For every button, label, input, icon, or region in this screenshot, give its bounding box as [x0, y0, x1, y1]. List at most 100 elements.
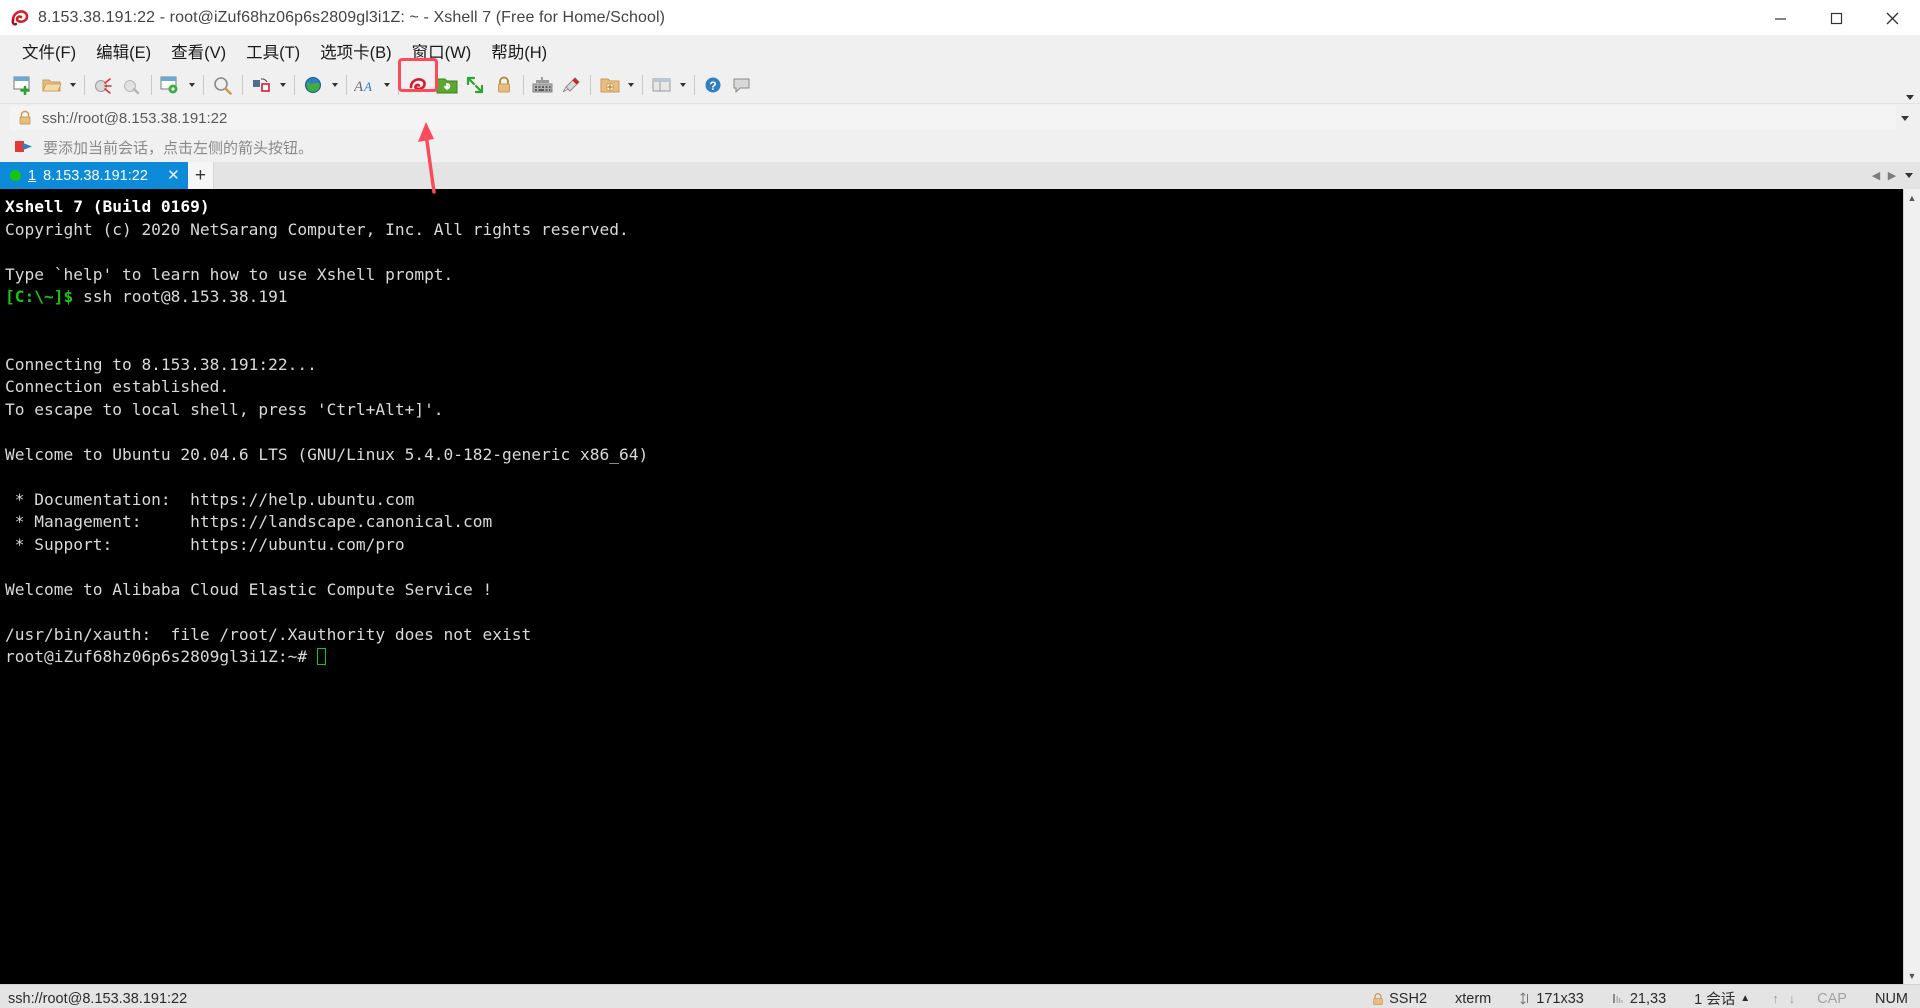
notification-bar: 要添加当前会话，点击左侧的箭头按钮。 [0, 132, 1920, 162]
menu-edit[interactable]: 编辑(E) [88, 36, 159, 66]
xftp-green-icon[interactable] [432, 71, 462, 99]
add-folder-icon[interactable] [596, 71, 624, 99]
terminal-line: Connection established. [5, 376, 1903, 399]
upload-arrow-icon: ↑ [1772, 991, 1779, 1006]
terminal-text-bold: Xshell 7 (Build 0169) [5, 197, 210, 216]
globe-caret-icon[interactable] [328, 71, 341, 99]
fullscreen-icon[interactable] [462, 71, 490, 99]
font-size-caret-icon[interactable] [380, 71, 393, 99]
arrow-flag-icon [14, 139, 34, 155]
open-folder-caret-icon[interactable] [66, 71, 79, 99]
status-bar: ssh://root@8.153.38.191:22 SSH2 xterm 17… [0, 984, 1920, 1008]
window-controls [1752, 0, 1920, 36]
window-title: 8.153.38.191:22 - root@iZuf68hz06p6s2809… [38, 8, 666, 26]
terminal-output[interactable]: Xshell 7 (Build 0169) Copyright (c) 2020 … [0, 189, 1903, 984]
terminal-line: root@iZuf68hz06p6s2809gl3i1Z:~# [5, 646, 1903, 669]
tab-session-1[interactable]: 1 8.153.38.191:22 ✕ [0, 162, 188, 189]
toolbar-separator [84, 74, 85, 95]
help-icon[interactable]: ? [700, 71, 728, 99]
status-sessions-caret-icon[interactable]: ▲ [1740, 993, 1750, 1004]
chat-icon[interactable] [728, 71, 756, 99]
layout-icon[interactable] [648, 71, 676, 99]
tab-status-dot-icon [10, 170, 21, 181]
session-properties-icon[interactable] [157, 71, 185, 99]
terminal-line: /usr/bin/xauth: file /root/.Xauthority d… [5, 624, 1903, 647]
close-button[interactable] [1864, 0, 1920, 36]
disconnect-icon[interactable] [90, 71, 118, 99]
terminal-text: * Support: https://ubuntu.com/pro [5, 534, 405, 554]
tab-bar-controls: ◀ ▶ [1868, 162, 1920, 189]
xshell-red-icon[interactable] [404, 71, 432, 99]
toolbar-separator [346, 74, 347, 95]
toolbar-separator [398, 74, 399, 95]
menu-file[interactable]: 文件(F) [14, 36, 84, 66]
tab-number: 1 [28, 167, 37, 184]
terminal-text: Welcome to Ubuntu 20.04.6 LTS (GNU/Linux… [5, 444, 649, 464]
tab-close-icon[interactable]: ✕ [165, 167, 182, 184]
transfer-file-caret-icon[interactable] [276, 71, 289, 99]
terminal-line: Type `help' to learn how to use Xshell p… [5, 264, 1903, 287]
terminal-text: To escape to local shell, press 'Ctrl+Al… [5, 399, 444, 419]
terminal-scrollbar[interactable]: ▲ ▼ [1903, 189, 1920, 984]
terminal-line: * Management: https://landscape.canonica… [5, 511, 1903, 534]
toolbar-separator [694, 74, 695, 95]
status-sessions-label: 1 会话 [1694, 992, 1736, 1008]
tab-scroll-right-icon[interactable]: ▶ [1884, 162, 1900, 189]
address-bar: ssh://root@8.153.38.191:22 [0, 104, 1920, 132]
terminal-line: Welcome to Alibaba Cloud Elastic Compute… [5, 579, 1903, 602]
reconnect-icon[interactable] [118, 71, 146, 99]
address-input[interactable]: ssh://root@8.153.38.191:22 [10, 106, 1896, 130]
toolbar-overflow-icon[interactable] [1906, 66, 1914, 104]
tab-bar: 1 8.153.38.191:22 ✕ + ◀ ▶ [0, 162, 1920, 189]
toolbar-separator [590, 74, 591, 95]
globe-icon[interactable] [300, 71, 328, 99]
terminal-text: root@iZuf68hz06p6s2809gl3i1Z:~# [5, 647, 317, 666]
find-icon[interactable] [209, 71, 237, 99]
address-dropdown-icon[interactable] [1896, 116, 1914, 121]
scroll-up-icon[interactable]: ▲ [1903, 189, 1920, 206]
tab-scroll-left-icon[interactable]: ◀ [1868, 162, 1884, 189]
keyboard-icon[interactable] [529, 71, 557, 99]
title-bar: 8.153.38.191:22 - root@iZuf68hz06p6s2809… [0, 0, 1920, 36]
terminal-area: Xshell 7 (Build 0169) Copyright (c) 2020 … [0, 189, 1920, 984]
add-folder-caret-icon[interactable] [624, 71, 637, 99]
highlight-pen-icon[interactable] [557, 71, 585, 99]
scroll-down-icon[interactable]: ▼ [1903, 967, 1920, 984]
toolbar-separator [523, 74, 524, 95]
minimize-button[interactable] [1752, 0, 1808, 36]
terminal-text: Connection established. [5, 377, 230, 396]
layout-caret-icon[interactable] [676, 71, 689, 99]
download-arrow-icon: ↓ [1788, 991, 1796, 1006]
status-sessions[interactable]: 1 会话 ▲ [1680, 988, 1764, 1008]
menu-view[interactable]: 查看(V) [163, 36, 234, 66]
status-size: 171x33 [1505, 991, 1598, 1007]
new-session-icon[interactable] [10, 71, 38, 99]
status-term-type: xterm [1455, 990, 1492, 1007]
new-tab-button[interactable]: + [187, 162, 214, 189]
terminal-text: ssh root@8.153.38.191 [82, 287, 288, 306]
lock-icon[interactable] [490, 71, 518, 99]
tab-list-dropdown-icon[interactable] [1900, 162, 1918, 189]
status-size-label: 171x33 [1536, 990, 1584, 1007]
menu-window[interactable]: 窗口(W) [404, 36, 480, 66]
menu-tools[interactable]: 工具(T) [238, 36, 308, 66]
terminal-line: Welcome to Ubuntu 20.04.6 LTS (GNU/Linux… [5, 444, 1903, 467]
toolbar-separator [294, 74, 295, 95]
menu-help[interactable]: 帮助(H) [483, 36, 555, 66]
xshell-shell-icon [10, 8, 30, 28]
terminal-text: /usr/bin/xauth: file /root/.Xauthority d… [5, 624, 532, 644]
svg-text:?: ? [709, 79, 716, 93]
terminal-prompt: [C:\~]$ [5, 287, 83, 306]
terminal-line: * Documentation: https://help.ubuntu.com [5, 489, 1903, 512]
notification-text: 要添加当前会话，点击左侧的箭头按钮。 [43, 139, 314, 157]
font-size-icon[interactable]: A A [352, 71, 380, 99]
status-protocol: SSH2 [1358, 991, 1441, 1007]
status-transfer-arrows: ↑ ↓ [1764, 991, 1803, 1006]
open-folder-icon[interactable] [38, 71, 66, 99]
session-properties-caret-icon[interactable] [185, 71, 198, 99]
terminal-line: Xshell 7 (Build 0169) [5, 196, 1903, 219]
menu-tabs[interactable]: 选项卡(B) [312, 36, 400, 66]
maximize-button[interactable] [1808, 0, 1864, 36]
transfer-file-icon[interactable] [248, 71, 276, 99]
